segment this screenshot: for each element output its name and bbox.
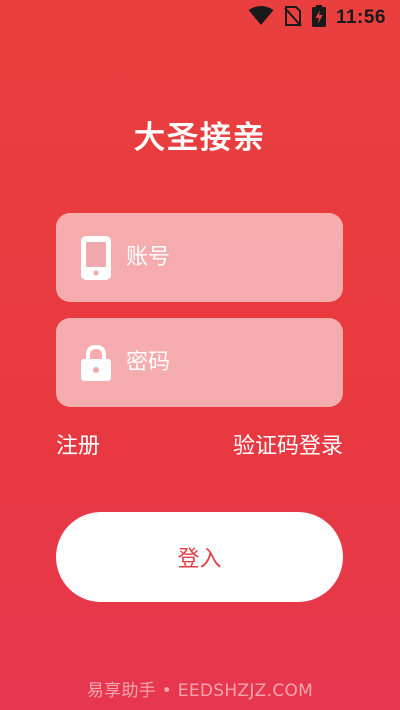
- account-input[interactable]: [126, 237, 326, 278]
- no-sim-icon: [284, 5, 302, 31]
- password-input[interactable]: [126, 342, 326, 383]
- app-title: 大圣接亲: [134, 120, 266, 156]
- phone-icon: [81, 235, 111, 280]
- battery-charging-icon: [311, 5, 326, 31]
- login-button[interactable]: 登入: [56, 512, 343, 602]
- watermark: 易享助手 • EEDSHZJZ.COM: [86, 681, 314, 701]
- sms-login-link[interactable]: 验证码登录: [233, 428, 343, 460]
- status-icons: 11:56: [248, 5, 386, 31]
- wifi-icon: [248, 6, 274, 30]
- lock-icon: [81, 344, 111, 381]
- status-time: 11:56: [335, 7, 386, 28]
- password-field[interactable]: [56, 318, 343, 407]
- account-field[interactable]: [56, 213, 343, 302]
- status-bar: 11:56: [0, 0, 400, 36]
- register-link[interactable]: 注册: [56, 428, 100, 460]
